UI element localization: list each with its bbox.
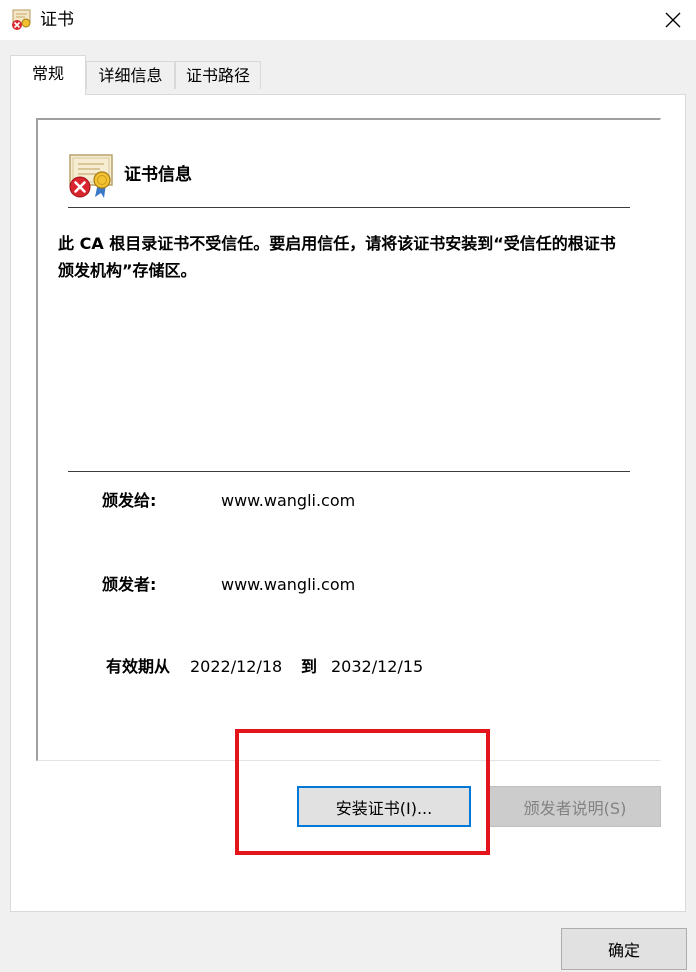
divider-top — [68, 207, 630, 208]
tab-bar: 常规 详细信息 证书路径 — [10, 55, 686, 95]
valid-to-date: 2032/12/15 — [331, 657, 424, 676]
issued-by-label: 颁发者: — [102, 575, 157, 594]
issued-to-label: 颁发给: — [102, 491, 157, 510]
valid-to-label: 到 — [301, 657, 318, 676]
valid-from-date: 2022/12/18 — [190, 657, 283, 676]
title-bar: 证书 — [0, 0, 696, 40]
tab-certification-path[interactable]: 证书路径 — [175, 61, 261, 89]
issuer-statement-button[interactable]: 颁发者说明(S) — [489, 786, 661, 827]
valid-from-label: 有效期从 — [106, 657, 171, 676]
close-button[interactable] — [650, 0, 696, 40]
certificate-info-heading: 证书信息 — [124, 165, 192, 185]
window-title: 证书 — [40, 10, 74, 30]
trust-warning-message: 此 CA 根目录证书不受信任。要启用信任，请将该证书安装到“受信任的根证书颁发机… — [58, 234, 616, 280]
close-icon — [665, 12, 681, 28]
issued-to-value: www.wangli.com — [221, 491, 356, 510]
ok-button[interactable]: 确定 — [561, 928, 687, 970]
issued-by-value: www.wangli.com — [221, 575, 356, 594]
divider-bottom — [68, 471, 630, 472]
tab-general[interactable]: 常规 — [10, 55, 86, 95]
certificate-error-icon — [68, 153, 116, 199]
highlight-box — [235, 729, 490, 855]
certificate-error-icon — [10, 9, 32, 31]
tab-details[interactable]: 详细信息 — [86, 61, 175, 89]
